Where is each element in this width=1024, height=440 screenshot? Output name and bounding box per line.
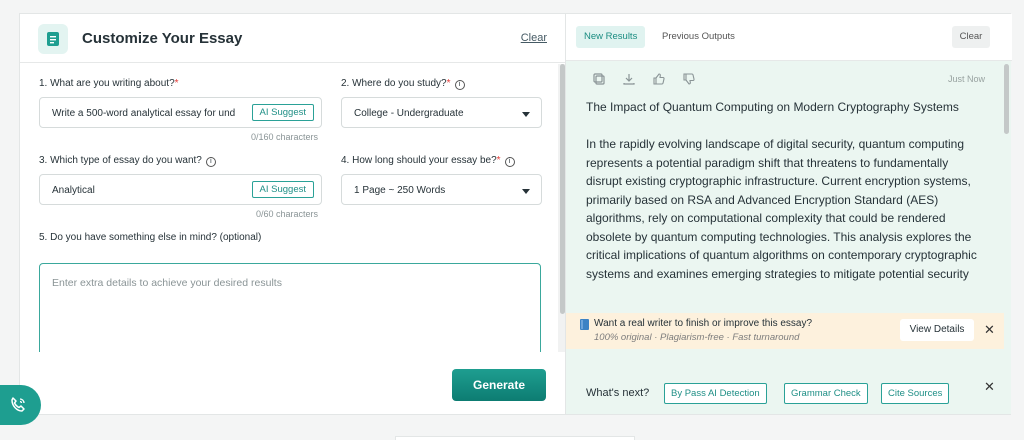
info-icon[interactable]: i bbox=[504, 157, 515, 167]
info-icon[interactable]: i bbox=[454, 80, 465, 90]
topic-input[interactable]: Write a 500-word analytical essay for un… bbox=[39, 97, 322, 128]
q1-label: 1. What are you writing about?* bbox=[39, 78, 179, 89]
customize-header: Customize Your Essay Clear bbox=[20, 14, 565, 63]
view-details-button[interactable]: View Details bbox=[900, 319, 974, 341]
q4-label-text: 4. How long should your essay be? bbox=[341, 155, 497, 166]
topic-input-value: Write a 500-word analytical essay for un… bbox=[52, 108, 236, 119]
clear-results-button[interactable]: Clear bbox=[952, 26, 990, 48]
book-icon bbox=[580, 319, 589, 333]
promo-subline: 100% original · Plagiarism-free · Fast t… bbox=[594, 332, 800, 343]
page-title: Customize Your Essay bbox=[82, 30, 243, 47]
ai-suggest-topic-button[interactable]: AI Suggest bbox=[251, 104, 314, 121]
cite-sources-button[interactable]: Cite Sources bbox=[881, 383, 950, 404]
form-footer: Generate bbox=[20, 352, 565, 414]
essay-length-value: 1 Page ~ 250 Words bbox=[354, 185, 446, 196]
results-panel: New Results Previous Outputs Clear Just … bbox=[565, 14, 1012, 414]
close-icon[interactable]: ✕ bbox=[984, 322, 995, 338]
essay-tool-panel: Customize Your Essay Clear 1. What are y… bbox=[19, 13, 1012, 415]
result-actions bbox=[592, 72, 696, 86]
essay-output: The Impact of Quantum Computing on Moder… bbox=[586, 98, 986, 313]
tab-previous-outputs[interactable]: Previous Outputs bbox=[654, 26, 743, 48]
essay-type-value: Analytical bbox=[52, 185, 95, 196]
promo-headline: Want a real writer to finish or improve … bbox=[594, 318, 813, 329]
copy-icon[interactable] bbox=[592, 72, 606, 86]
chevron-down-icon bbox=[522, 112, 530, 117]
whats-next-bar: What's next? By Pass AI Detection Gramma… bbox=[566, 351, 1004, 414]
info-icon[interactable]: i bbox=[205, 157, 216, 167]
chevron-down-icon bbox=[522, 189, 530, 194]
required-marker: * bbox=[446, 78, 451, 89]
whats-next-label: What's next? bbox=[586, 387, 650, 399]
essay-type-input[interactable]: Analytical AI Suggest bbox=[39, 174, 322, 205]
essay-form: 1. What are you writing about?* Write a … bbox=[20, 64, 560, 354]
clear-form-link[interactable]: Clear bbox=[521, 32, 547, 44]
thumbs-down-icon[interactable] bbox=[682, 72, 696, 86]
essay-body: In the rapidly evolving landscape of dig… bbox=[586, 137, 977, 281]
study-level-value: College - Undergraduate bbox=[354, 108, 464, 119]
close-icon[interactable]: ✕ bbox=[984, 379, 995, 395]
customize-panel: Customize Your Essay Clear 1. What are y… bbox=[20, 14, 566, 414]
tab-new-results[interactable]: New Results bbox=[576, 26, 646, 48]
call-support-button[interactable] bbox=[0, 385, 41, 425]
result-timestamp: Just Now bbox=[947, 74, 985, 84]
topic-char-counter: 0/160 characters bbox=[251, 132, 319, 142]
thumbs-up-icon[interactable] bbox=[652, 72, 666, 86]
q3-label: 3. Which type of essay do you want? i bbox=[39, 155, 216, 167]
results-header: New Results Previous Outputs Clear bbox=[566, 14, 1012, 61]
required-marker: * bbox=[174, 78, 179, 89]
q3-label-text: 3. Which type of essay do you want? bbox=[39, 155, 202, 166]
essay-length-select[interactable]: 1 Page ~ 250 Words bbox=[341, 174, 542, 205]
q4-label: 4. How long should your essay be?* i bbox=[341, 155, 515, 167]
extra-details-textarea[interactable]: Enter extra details to achieve your desi… bbox=[39, 263, 541, 354]
bottom-edge bbox=[395, 436, 635, 440]
results-scrollbar[interactable] bbox=[1004, 64, 1009, 134]
phone-icon bbox=[11, 397, 25, 412]
bypass-ai-detection-button[interactable]: By Pass AI Detection bbox=[664, 383, 767, 404]
writer-promo-banner: Want a real writer to finish or improve … bbox=[566, 313, 1004, 349]
study-level-select[interactable]: College - Undergraduate bbox=[341, 97, 542, 128]
required-marker: * bbox=[496, 155, 501, 166]
grammar-check-button[interactable]: Grammar Check bbox=[784, 383, 868, 404]
essay-title: The Impact of Quantum Computing on Moder… bbox=[586, 100, 959, 114]
type-char-counter: 0/60 characters bbox=[256, 209, 319, 219]
q5-label: 5. Do you have something else in mind? (… bbox=[39, 232, 262, 243]
generate-button[interactable]: Generate bbox=[452, 369, 546, 401]
q1-label-text: 1. What are you writing about? bbox=[39, 78, 175, 89]
download-icon[interactable] bbox=[622, 72, 636, 86]
extra-details-placeholder: Enter extra details to achieve your desi… bbox=[52, 277, 282, 289]
q2-label: 2. Where do you study?* i bbox=[341, 78, 465, 90]
document-icon bbox=[38, 24, 68, 54]
ai-suggest-type-button[interactable]: AI Suggest bbox=[251, 181, 314, 198]
q2-label-text: 2. Where do you study? bbox=[341, 78, 447, 89]
